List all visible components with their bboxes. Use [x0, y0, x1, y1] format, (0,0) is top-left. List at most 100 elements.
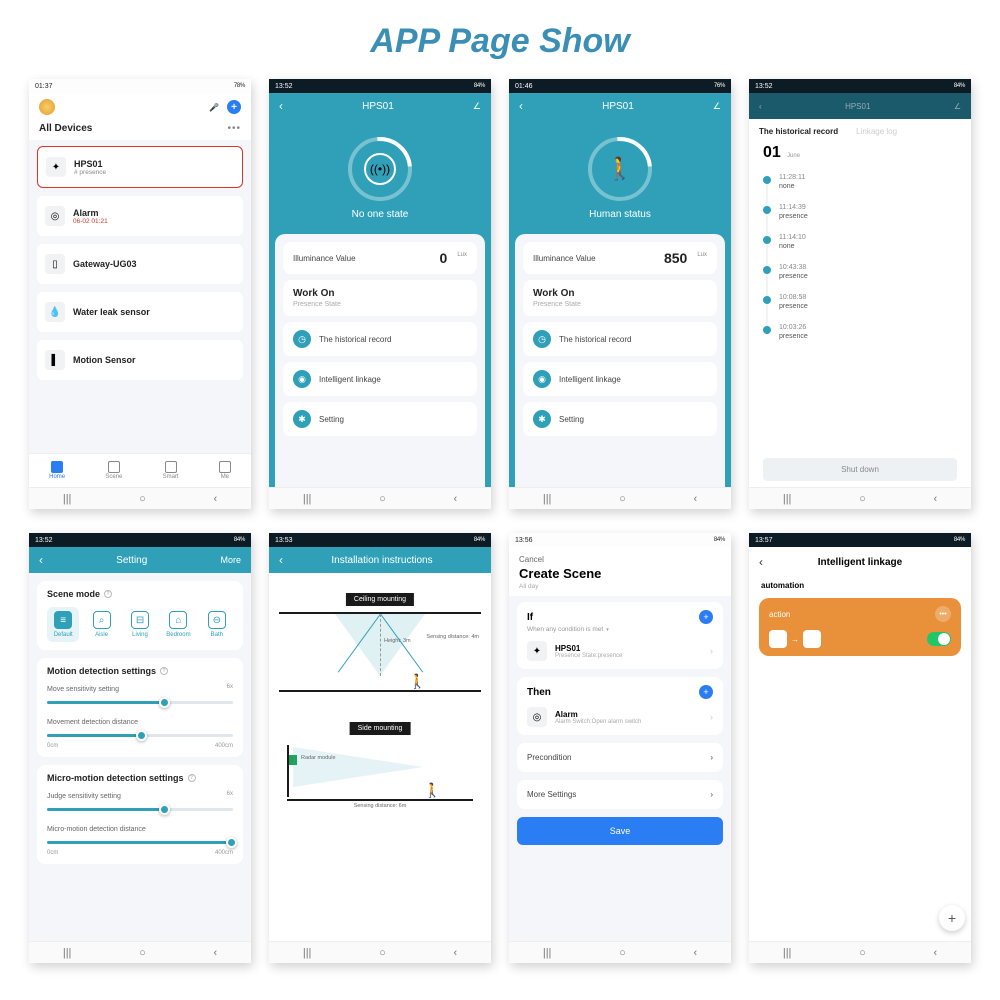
- then-device[interactable]: ◎ AlarmAlarm Switch:Open alarm switch ›: [527, 707, 713, 727]
- search-icon: ⌕: [93, 611, 111, 629]
- ceiling-label: Ceiling mounting: [346, 593, 414, 606]
- more-link[interactable]: More: [220, 555, 241, 565]
- history-list: 11:28:11none 11:14:39presence 11:14:10no…: [749, 170, 971, 454]
- help-icon[interactable]: ?: [104, 590, 112, 598]
- back-icon[interactable]: ‹: [39, 553, 43, 567]
- history-link[interactable]: ◷The historical record: [523, 322, 717, 356]
- side-label: Side mounting: [350, 722, 411, 735]
- header: ‹ HPS01 ∠: [509, 93, 731, 119]
- move-dist-slider[interactable]: [47, 728, 233, 742]
- scene-bath[interactable]: ⊖Bath: [201, 607, 233, 642]
- help-icon[interactable]: ?: [160, 667, 168, 675]
- back-icon[interactable]: ‹: [759, 102, 762, 111]
- nav-me[interactable]: Me: [219, 461, 231, 480]
- shutdown-button[interactable]: Shut down: [763, 458, 957, 481]
- cancel-link[interactable]: Cancel: [519, 555, 544, 564]
- status-time: 13:52: [35, 537, 53, 544]
- nav-smart[interactable]: Smart: [163, 461, 179, 480]
- status-bar: 01:46 76%: [509, 79, 731, 93]
- setting-link[interactable]: ✱Setting: [283, 402, 477, 436]
- help-icon[interactable]: ?: [188, 774, 196, 782]
- gateway-icon: ▯: [45, 254, 65, 274]
- save-button[interactable]: Save: [517, 817, 723, 845]
- add-fab[interactable]: +: [939, 905, 965, 931]
- back-icon[interactable]: ‹: [519, 99, 523, 113]
- device-name: HPS01: [74, 159, 106, 169]
- more-settings-link[interactable]: More Settings›: [517, 780, 723, 809]
- person-icon: 🚶: [409, 673, 426, 690]
- water-icon: 💧: [45, 302, 65, 322]
- header: ‹ Intelligent linkage: [749, 547, 971, 577]
- device-alarm[interactable]: ◎ Alarm 06-02 01:21: [37, 196, 243, 236]
- device-motion[interactable]: ▌ Motion Sensor: [37, 340, 243, 380]
- tab-history[interactable]: The historical record: [759, 127, 838, 136]
- precondition-link[interactable]: Precondition›: [517, 743, 723, 772]
- action-card[interactable]: action ••• →: [759, 598, 961, 656]
- history-row: 10:08:58presence: [763, 290, 957, 320]
- add-condition-button[interactable]: +: [699, 610, 713, 624]
- header: 🎤 +: [29, 93, 251, 121]
- status-battery: 84%: [474, 537, 485, 543]
- scene-bedroom[interactable]: ⌂Bedroom: [162, 607, 194, 642]
- history-row: 11:28:11none: [763, 170, 957, 200]
- month: June: [787, 153, 800, 159]
- device-list: ✦ HPS01 # presence ◎ Alarm 06-02 01:21 ▯…: [29, 140, 251, 453]
- device-hps01[interactable]: ✦ HPS01 # presence: [37, 146, 243, 188]
- header-title: HPS01: [845, 102, 870, 111]
- move-sens-slider[interactable]: [47, 695, 233, 709]
- chevron-right-icon: ›: [710, 790, 713, 799]
- status-bar: 13:53 84%: [269, 533, 491, 547]
- scene-default[interactable]: ≡Default: [47, 607, 79, 642]
- timeline-dot-icon: [763, 176, 771, 184]
- mic-icon[interactable]: 🎤: [209, 103, 219, 112]
- alarm-icon: ◎: [527, 707, 547, 727]
- linkage-link[interactable]: ◉Intelligent linkage: [283, 362, 477, 396]
- header-title: Setting: [116, 555, 147, 566]
- scene-living[interactable]: ⊟Living: [124, 607, 156, 642]
- state-label: Human status: [589, 209, 651, 220]
- screen-create-scene: 13:56 84% Cancel Create Scene All day If…: [509, 533, 731, 963]
- micro-card: Micro-motion detection settings? Judge s…: [37, 765, 243, 864]
- setting-link[interactable]: ✱Setting: [523, 402, 717, 436]
- if-sub[interactable]: When any condition is met: [527, 626, 713, 633]
- move-sens-label: Move sensitivity setting: [47, 686, 119, 693]
- if-device[interactable]: ✦ HPS01Presence State:presence ›: [527, 641, 713, 661]
- status-time: 13:53: [275, 537, 293, 544]
- micro-title: Micro-motion detection settings: [47, 773, 184, 783]
- add-action-button[interactable]: +: [699, 685, 713, 699]
- edit-icon[interactable]: ∠: [954, 102, 961, 111]
- dist-min: 0cm: [47, 743, 58, 749]
- edit-icon[interactable]: ∠: [473, 101, 481, 112]
- header: ‹ HPS01 ∠: [269, 93, 491, 119]
- more-icon[interactable]: •••: [227, 123, 241, 134]
- illum-value: 0: [440, 250, 448, 266]
- if-title: If: [527, 612, 533, 623]
- device-gateway[interactable]: ▯ Gateway-UG03: [37, 244, 243, 284]
- screen-human-status: 01:46 76% ‹ HPS01 ∠ 🚶 Human status Illum…: [509, 79, 731, 509]
- back-icon[interactable]: ‹: [279, 99, 283, 113]
- back-icon[interactable]: ‹: [759, 555, 763, 569]
- back-icon[interactable]: ‹: [279, 553, 283, 567]
- nav-scene[interactable]: Scene: [105, 461, 122, 480]
- workon-card: Work On Presence State: [283, 280, 477, 316]
- device-waterleak[interactable]: 💧 Water leak sensor: [37, 292, 243, 332]
- linkage-link[interactable]: ◉Intelligent linkage: [523, 362, 717, 396]
- move-sens-max: 6x: [227, 684, 233, 690]
- then-title: Then: [527, 687, 551, 698]
- status-battery: 84%: [714, 537, 725, 543]
- nav-home[interactable]: Home: [49, 461, 65, 480]
- scene-aisle[interactable]: ⌕Aisle: [85, 607, 117, 642]
- move-dist-label: Movement detection distance: [47, 719, 138, 726]
- avatar-icon[interactable]: [39, 99, 55, 115]
- history-link[interactable]: ◷The historical record: [283, 322, 477, 356]
- judge-sens-slider[interactable]: [47, 802, 233, 816]
- add-button[interactable]: +: [227, 100, 241, 114]
- more-icon[interactable]: •••: [935, 606, 951, 622]
- sense-anno: Sensing distance: 6m: [354, 803, 407, 809]
- toggle-switch[interactable]: [927, 632, 951, 646]
- tab-linkage-log[interactable]: Linkage log: [856, 127, 897, 136]
- history-row: 11:14:10none: [763, 230, 957, 260]
- edit-icon[interactable]: ∠: [713, 101, 721, 112]
- micro-dist-slider[interactable]: [47, 835, 233, 849]
- side-diagram: 🚶 Radar module Sensing distance: 6m: [279, 741, 481, 801]
